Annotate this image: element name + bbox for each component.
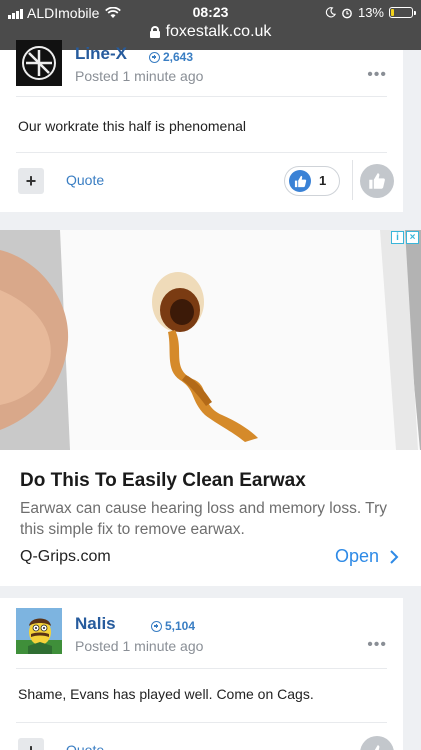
post-timestamp: Posted 1 minute ago bbox=[75, 638, 204, 654]
post-header: Line-X 2,643 Posted 1 minute ago ••• bbox=[16, 40, 387, 102]
reputation-count: 2,643 bbox=[163, 50, 194, 64]
avatar[interactable] bbox=[16, 40, 62, 86]
ad-open-button[interactable]: Open bbox=[335, 546, 399, 567]
post-card: Line-X 2,643 Posted 1 minute ago ••• Our… bbox=[0, 40, 403, 212]
crass-logo-icon bbox=[16, 40, 62, 86]
post-content: Shame, Evans has played well. Come on Ca… bbox=[18, 686, 314, 702]
divider bbox=[16, 668, 387, 669]
moon-icon bbox=[325, 7, 336, 18]
status-icons: 13% bbox=[325, 5, 416, 20]
react-button[interactable] bbox=[360, 736, 394, 750]
advertisement[interactable]: i × Do This To Easily Clean Earwax Earwa… bbox=[0, 230, 421, 586]
reputation-icon bbox=[151, 620, 162, 632]
lock-icon bbox=[149, 26, 160, 38]
post-actions: + Quote 1 bbox=[18, 160, 394, 200]
like-icon bbox=[289, 170, 311, 192]
post-header: Nalis 5,104 Posted 1 minute ago ••• bbox=[16, 598, 387, 654]
post-actions: + Quote bbox=[18, 734, 394, 750]
avatar[interactable] bbox=[16, 608, 62, 654]
reputation-icon bbox=[149, 51, 160, 63]
divider bbox=[16, 722, 387, 723]
ad-photo bbox=[0, 230, 421, 450]
react-button[interactable] bbox=[360, 164, 394, 198]
battery-level bbox=[391, 9, 394, 16]
reputation-badge: 5,104 bbox=[151, 619, 195, 633]
info-icon: i bbox=[391, 231, 404, 244]
ad-source: Q-Grips.com bbox=[20, 548, 111, 565]
author-name[interactable]: Line-X bbox=[75, 44, 127, 64]
thumbs-up-icon bbox=[374, 745, 380, 750]
post-card: Nalis 5,104 Posted 1 minute ago ••• Sham… bbox=[0, 598, 403, 750]
adchoices-badge[interactable]: i × bbox=[391, 231, 419, 244]
url-text: foxestalk.co.uk bbox=[165, 23, 272, 40]
ad-open-label: Open bbox=[334, 546, 379, 566]
more-options-icon[interactable]: ••• bbox=[367, 636, 387, 654]
quote-button[interactable]: Quote bbox=[66, 742, 104, 750]
multiquote-button[interactable]: + bbox=[18, 738, 44, 750]
more-options-icon[interactable]: ••• bbox=[367, 66, 387, 84]
thumbs-up-icon bbox=[369, 173, 385, 189]
like-count: 1 bbox=[319, 173, 327, 188]
close-icon[interactable]: × bbox=[406, 231, 419, 244]
status-bar: ALDImobile 08:23 13% foxestalk.co.uk bbox=[0, 0, 421, 50]
author-name[interactable]: Nalis bbox=[75, 614, 116, 634]
ad-image[interactable]: i × bbox=[0, 230, 421, 450]
post-content: Our workrate this half is phenomenal bbox=[18, 118, 246, 134]
url-bar[interactable]: foxestalk.co.uk bbox=[0, 23, 421, 41]
ad-headline[interactable]: Do This To Easily Clean Earwax bbox=[20, 470, 306, 492]
multiquote-button[interactable]: + bbox=[18, 168, 44, 194]
battery-percent: 13% bbox=[357, 5, 384, 20]
battery-icon bbox=[389, 7, 416, 18]
flanders-avatar-icon bbox=[16, 608, 62, 654]
divider bbox=[352, 160, 353, 200]
post-timestamp: Posted 1 minute ago bbox=[75, 68, 204, 84]
reputation-count: 5,104 bbox=[165, 619, 196, 633]
reputation-badge: 2,643 bbox=[149, 50, 193, 64]
reaction-count-button[interactable]: 1 bbox=[284, 166, 340, 196]
alarm-icon bbox=[342, 8, 352, 18]
quote-button[interactable]: Quote bbox=[66, 172, 104, 188]
chevron-right-icon bbox=[390, 549, 399, 564]
divider bbox=[16, 96, 387, 97]
divider bbox=[16, 152, 387, 153]
ad-description: Earwax can cause hearing loss and memory… bbox=[20, 500, 387, 538]
